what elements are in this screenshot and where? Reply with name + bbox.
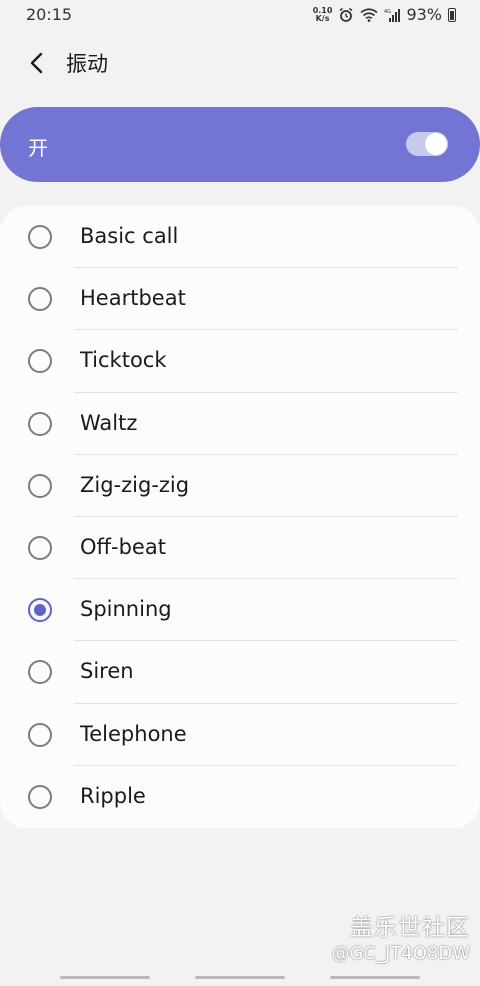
battery-icon <box>448 7 456 22</box>
navigation-bar <box>0 972 480 986</box>
radio-button-selected[interactable] <box>28 598 52 623</box>
page-title: 振动 <box>66 52 108 76</box>
watermark-logo: 盖乐世社区 <box>350 915 470 941</box>
alarm-icon <box>339 7 353 22</box>
list-item[interactable]: Heartbeat <box>0 268 480 331</box>
list-item[interactable]: Off-beat <box>0 517 480 580</box>
item-label: Zig-zig-zig <box>80 472 190 497</box>
item-label: Ticktock <box>80 348 167 373</box>
radio-button[interactable] <box>28 473 52 498</box>
signal-icon: 4G <box>384 8 401 22</box>
radio-button[interactable] <box>28 535 52 560</box>
pattern-list: Basic call Heartbeat Ticktock Waltz Zig-… <box>0 206 480 828</box>
status-time: 20:15 <box>26 5 73 24</box>
wifi-icon <box>360 7 378 22</box>
status-bar: 20:15 0.10 K/s 4G 93% <box>0 0 480 30</box>
list-item[interactable]: Ticktock <box>0 330 480 393</box>
list-item[interactable]: Ripple <box>0 766 480 828</box>
radio-button[interactable] <box>28 660 52 685</box>
list-item[interactable]: Spinning <box>0 579 480 642</box>
list-item[interactable]: Siren <box>0 641 480 704</box>
radio-button[interactable] <box>28 722 52 747</box>
nav-home-button[interactable] <box>195 976 285 979</box>
master-toggle[interactable] <box>406 132 448 156</box>
battery-percent: 93% <box>406 5 442 24</box>
radio-button[interactable] <box>28 349 52 374</box>
svg-text:4G: 4G <box>384 9 391 15</box>
radio-button[interactable] <box>28 411 52 436</box>
item-label: Siren <box>80 659 134 684</box>
app-header: 振动 <box>0 40 480 84</box>
item-label: Ripple <box>80 783 146 808</box>
list-item[interactable]: Basic call <box>0 206 480 269</box>
master-switch-label: 开 <box>28 136 48 160</box>
radio-button[interactable] <box>28 287 52 312</box>
network-speed: 0.10 K/s <box>312 5 333 23</box>
back-button[interactable] <box>22 48 52 78</box>
radio-button[interactable] <box>28 784 52 809</box>
item-label: Heartbeat <box>80 286 186 311</box>
item-label: Off-beat <box>80 534 166 559</box>
status-icons: 0.10 K/s 4G 93% <box>313 5 456 24</box>
toggle-knob <box>425 133 447 155</box>
nav-back-button[interactable] <box>330 976 420 979</box>
item-label: Waltz <box>80 410 138 435</box>
list-item[interactable]: Zig-zig-zig <box>0 455 480 517</box>
list-item[interactable]: Telephone <box>0 704 480 766</box>
item-label: Spinning <box>80 597 172 622</box>
item-label: Telephone <box>80 721 187 746</box>
list-item[interactable]: Waltz <box>0 393 480 455</box>
chevron-left-icon <box>30 52 43 74</box>
radio-button[interactable] <box>28 225 52 249</box>
watermark-user: @GC_JT4O8DW <box>331 943 470 964</box>
item-label: Basic call <box>80 224 179 248</box>
master-switch-bar[interactable]: 开 <box>0 107 480 182</box>
nav-recents-button[interactable] <box>60 976 150 979</box>
